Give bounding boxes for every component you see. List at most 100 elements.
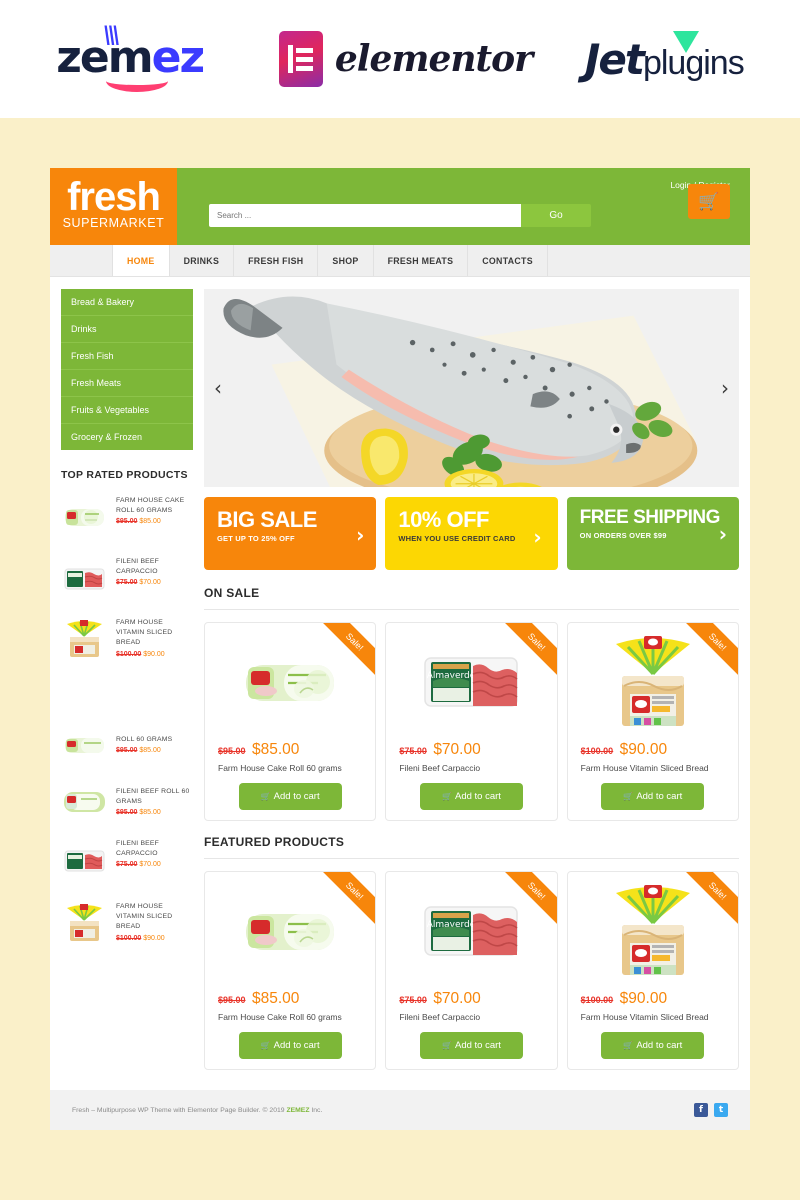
old-price: $95.00 [218,995,246,1006]
new-price: $90.00 [143,650,165,658]
product-thumbnail [61,616,108,663]
cart-icon: 🛒 [442,1041,452,1051]
cart-icon: 🛒 [442,792,452,802]
category-fruits-vegetables[interactable]: Fruits & Vegetables [61,397,193,424]
list-item[interactable]: FILENI BEEF CARPACCIO $75.00 $70.00 [61,837,193,884]
product-price: $95.00 $85.00 [116,809,193,816]
sliced-bread-image [61,616,108,663]
add-to-cart-label: Add to cart [636,1040,683,1052]
sliced-bread-image [615,885,690,976]
copyright-after: Inc. [309,1106,323,1114]
nav-item-home[interactable]: HOME [112,245,170,276]
list-item[interactable]: FARM HOUSE CAKE ROLL 60 GRAMS $95.00 $85… [61,494,193,541]
top-rated-heading: TOP RATED PRODUCTS [61,469,188,481]
product-price: $95.00 $85.00 [218,990,362,1008]
promo-subtitle: GET UP TO 25% OFF [217,533,295,543]
product-card[interactable]: Sale! Almaverde $75.00 $70.00 Fileni Bee… [385,622,558,822]
chevron-right-icon: › [718,522,727,546]
sliced-bread-image [615,636,690,726]
nav-item-drinks[interactable]: DRINKS [170,245,235,276]
partner-logo-band: \\\ zemez elementor Jet plugins [0,0,800,118]
product-card[interactable]: Sale! [566,871,739,1071]
product-body: $100.00 $90.00 Farm House Vitamin Sliced… [568,990,738,1060]
list-item[interactable]: FARM HOUSE VITAMIN SLICED BREAD $100.00 … [61,900,193,947]
cart-button[interactable]: 🛒 [688,184,730,219]
product-card[interactable]: Sale! [204,871,377,1071]
product-info: FILENI BEEF ROLL 60 GRAMS $95.00 $85.00 [116,785,193,816]
add-to-cart-button[interactable]: 🛒 Add to cart [419,1032,523,1060]
category-bread-bakery[interactable]: Bread & Bakery [61,289,193,316]
old-price: $95.00 [116,747,138,755]
product-price: $100.00 $90.00 [581,990,725,1008]
new-price: $90.00 [619,990,668,1008]
nav-item-shop[interactable]: SHOP [318,245,374,276]
product-price: $75.00 $70.00 [116,861,193,868]
zemez-link[interactable]: ZEMEZ [286,1107,309,1114]
cake-roll-image [61,733,108,759]
site-header: fresh SUPERMARKET Login / Register Go 🛒 [50,168,750,245]
new-price: $85.00 [251,741,300,758]
nav-item-fresh-meats[interactable]: FRESH MEATS [374,245,469,276]
list-item[interactable]: FILENI BEEF CARPACCIO $75.00 $70.00 [61,555,193,602]
promo-big-sale[interactable]: BIG SALE GET UP TO 25% OFF › [204,497,377,570]
product-card[interactable]: Sale! [566,622,739,822]
product-price: $75.00 $70.00 [399,990,543,1008]
old-price: $75.00 [116,579,138,587]
list-item[interactable]: FILENI BEEF ROLL 60 GRAMS $95.00 $85.00 [61,785,193,819]
main-content: ‹ › BIG SALE GET UP TO 25% OFF › 10% OFF… [204,289,739,1084]
product-info: FARM HOUSE VITAMIN SLICED BREAD $100.00 … [116,616,193,658]
product-info: FARM HOUSE VITAMIN SLICED BREAD $100.00 … [116,900,193,942]
add-to-cart-button[interactable]: 🛒 Add to cart [601,1032,705,1060]
old-price: $100.00 [116,934,142,942]
facebook-icon[interactable]: f [694,1103,708,1118]
product-grid-featured: Sale! $95.00 $85.00 Farm House Cake Roll… [204,871,739,1071]
product-body: $75.00 $70.00 Fileni Beef Carpaccio 🛒 Add… [386,990,556,1060]
promo-free-shipping[interactable]: FREE SHIPPING ON ORDERS OVER $99 › [566,497,739,570]
old-price: $95.00 [116,809,138,817]
promo-title: 10% OFF [398,507,489,532]
add-to-cart-button[interactable]: 🛒 Add to cart [238,1032,342,1060]
site-logo[interactable]: fresh SUPERMARKET [50,168,177,245]
chevron-left-icon[interactable]: ‹ [214,376,222,400]
site-body: Bread & Bakery Drinks Fresh Fish Fresh M… [50,277,750,1084]
product-thumbnail [61,785,108,819]
chevron-right-icon[interactable]: › [721,376,729,400]
new-price: $70.00 [433,990,481,1008]
nav-item-fresh-fish[interactable]: FRESH FISH [234,245,319,276]
cake-roll-image [61,494,108,541]
add-to-cart-label: Add to cart [273,791,320,803]
add-to-cart-button[interactable]: 🛒 Add to cart [601,783,705,811]
jet-wordmark: Jet [584,34,645,84]
jetplugins-logo: Jet plugins [584,30,745,84]
promo-ten-percent-off[interactable]: 10% OFF WHEN YOU USE CREDIT CARD › [385,497,558,570]
category-fresh-meats[interactable]: Fresh Meats [61,370,193,397]
old-price: $75.00 [116,861,138,869]
category-fresh-fish[interactable]: Fresh Fish [61,343,193,370]
old-price: $75.00 [399,995,427,1006]
beef-tray-image [61,837,108,884]
search-go-button[interactable]: Go [521,204,591,227]
cart-icon: 🛒 [623,792,634,802]
product-thumbnail [61,555,108,602]
search-input[interactable] [209,204,521,227]
product-card[interactable]: Sale! [204,622,377,822]
list-item[interactable]: FARM HOUSE VITAMIN SLICED BREAD $100.00 … [61,616,193,663]
list-item[interactable]: ROLL 60 GRAMS $95.00 $85.00 [61,733,193,759]
product-thumbnail [61,494,108,541]
product-price: $100.00 $90.00 [116,651,193,658]
twitter-icon[interactable]: t [714,1103,728,1118]
copyright-text: Fresh – Multipurpose WP Theme with Eleme… [72,1107,322,1114]
add-to-cart-button[interactable]: 🛒 Add to cart [419,783,523,811]
sliced-bread-image [61,900,108,947]
old-price: $100.00 [580,995,614,1006]
product-card[interactable]: Sale! Almaverde $75.00 $70.00 Fileni Bee… [385,871,558,1071]
new-price: $70.00 [139,861,161,869]
hero-slider[interactable]: ‹ › [204,289,739,487]
cart-icon: 🛒 [260,792,271,802]
add-to-cart-button[interactable]: 🛒 Add to cart [238,783,342,811]
site-footer: Fresh – Multipurpose WP Theme with Eleme… [50,1090,750,1131]
category-grocery-frozen[interactable]: Grocery & Frozen [61,424,193,450]
nav-item-contacts[interactable]: CONTACTS [468,245,548,276]
product-thumbnail [61,733,108,759]
category-drinks[interactable]: Drinks [61,316,193,343]
